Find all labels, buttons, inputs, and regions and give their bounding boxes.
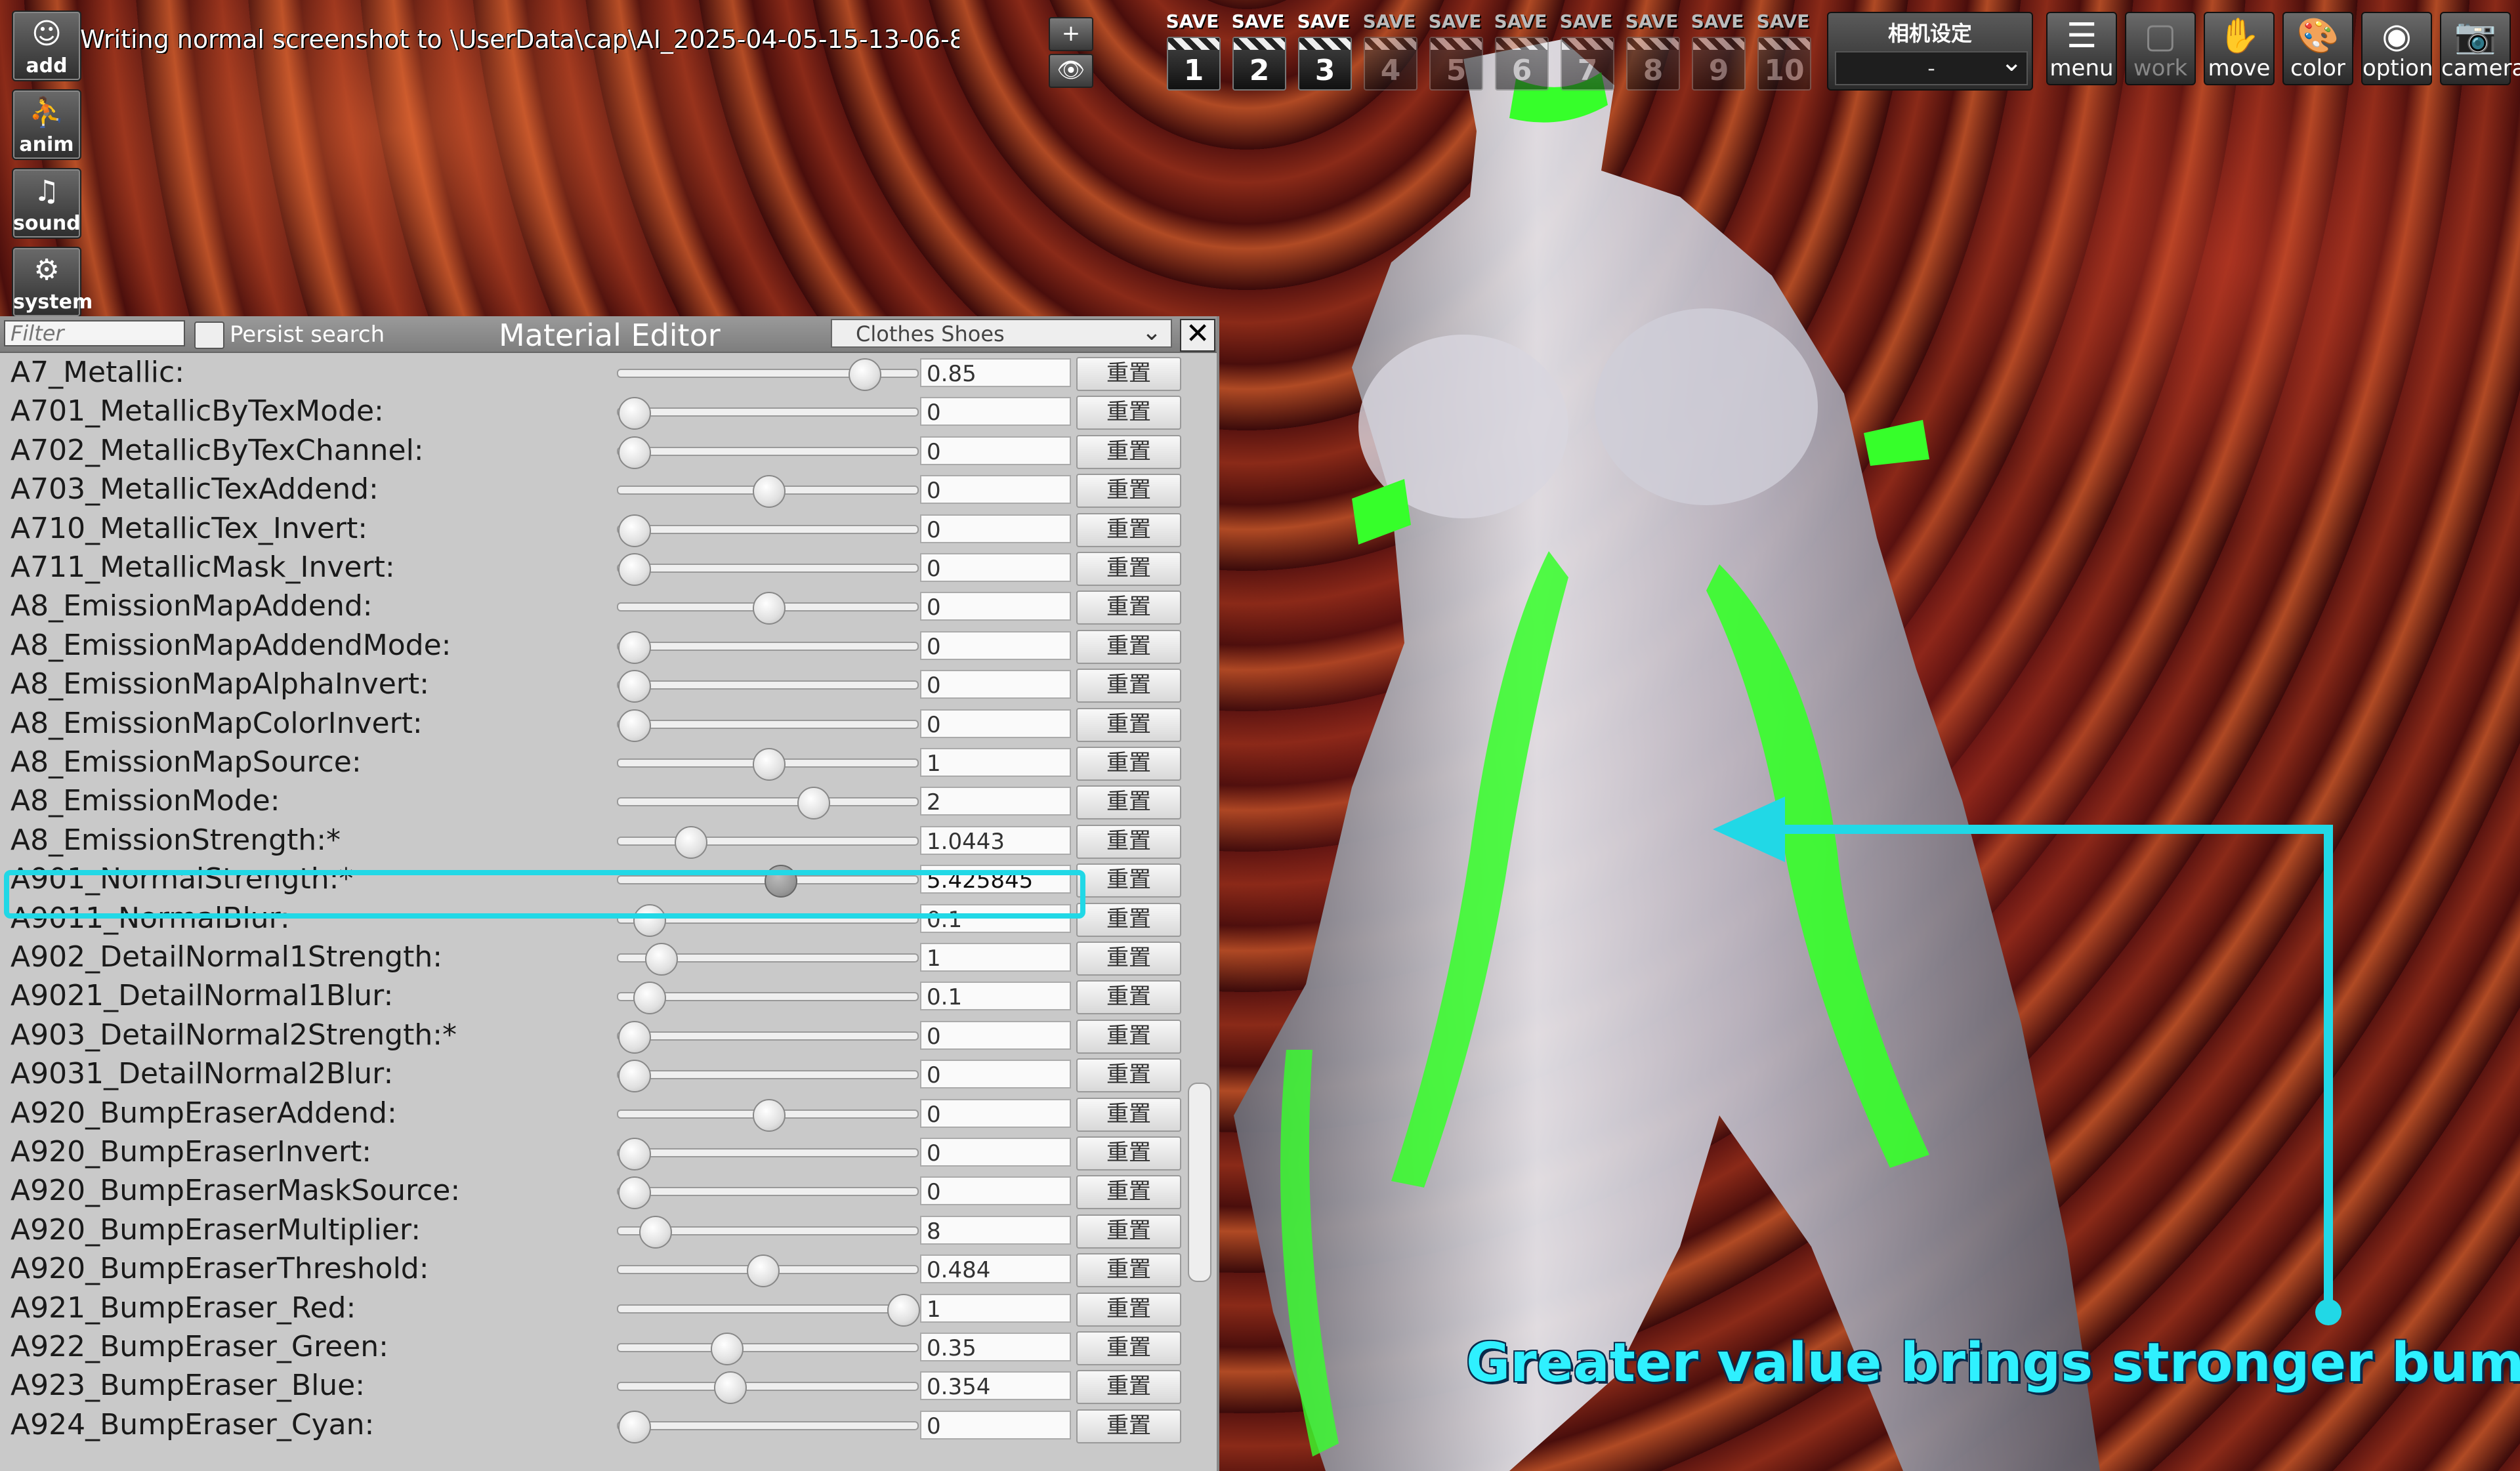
callout-caption: Greater value brings stronger bumps. — [1466, 1332, 2520, 1394]
callout-arrow — [1713, 797, 2342, 1325]
